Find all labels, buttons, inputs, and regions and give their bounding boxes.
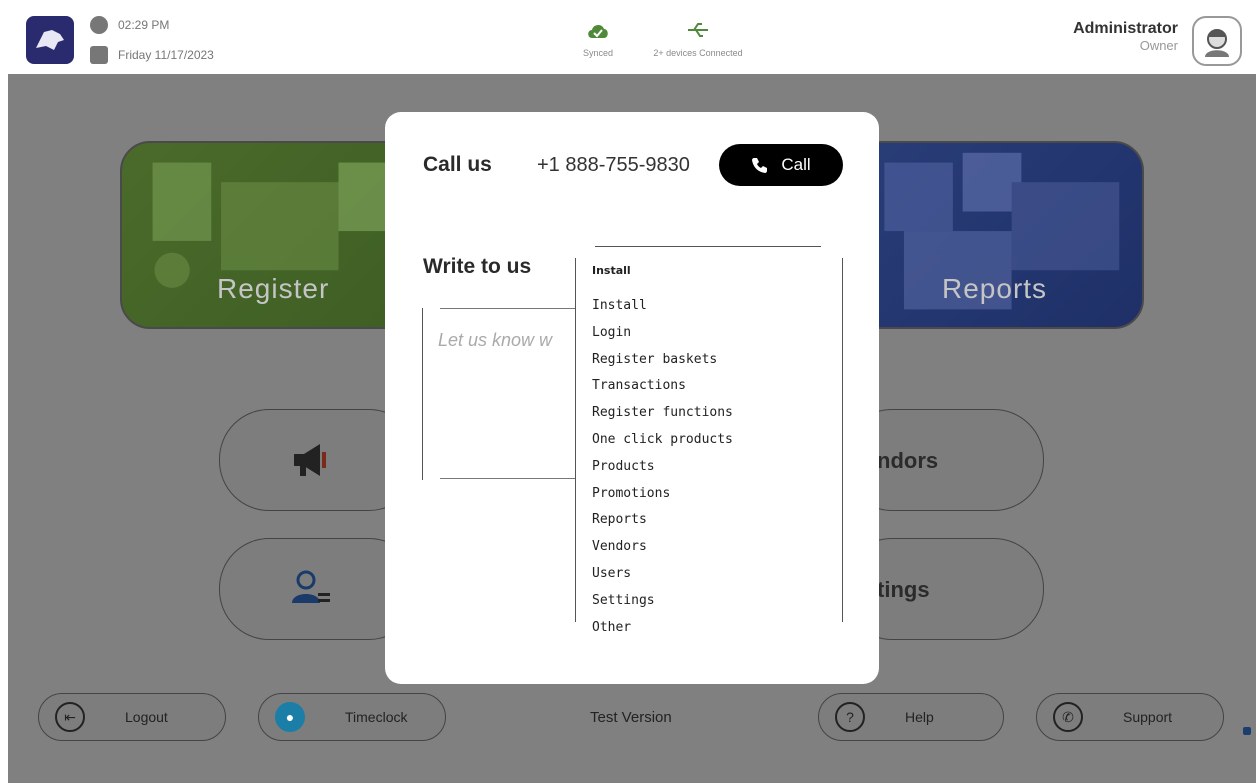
topic-option[interactable]: Reports [592, 510, 733, 537]
timeclock-button[interactable]: ● Timeclock [258, 693, 446, 741]
topic-option[interactable]: Register baskets [592, 350, 733, 377]
support-label: Support [1123, 709, 1173, 725]
logout-icon: ⇤ [55, 702, 85, 732]
call-button[interactable]: Call [719, 144, 843, 186]
timeclock-label: Timeclock [345, 709, 408, 725]
topic-option[interactable]: Install [592, 296, 733, 323]
register-tile[interactable]: Register [120, 141, 420, 329]
topic-option[interactable]: Products [592, 457, 733, 484]
vendors-label: ndors [877, 448, 939, 473]
settings-label: tings [877, 577, 930, 602]
reports-tile[interactable]: Reports [842, 141, 1144, 329]
topic-option[interactable]: Promotions [592, 484, 733, 511]
timeclock-icon: ● [275, 702, 305, 732]
topic-select[interactable] [595, 246, 821, 247]
sync-label: Synced [582, 48, 614, 58]
help-label: Help [905, 709, 934, 725]
topic-option[interactable]: Register functions [592, 403, 733, 430]
message-field-bottom-border [440, 478, 580, 479]
phone-icon [752, 158, 768, 173]
topic-option[interactable]: Vendors [592, 537, 733, 564]
usb-icon [688, 23, 708, 37]
user-name: Administrator [1073, 20, 1178, 37]
topic-option[interactable]: Settings [592, 591, 733, 618]
app-logo [26, 16, 74, 64]
support-button[interactable]: ✆ Support [1036, 693, 1224, 741]
support-modal: Call us +1 888-755-9830 Call Write to us… [385, 112, 879, 684]
header-divider [8, 74, 1256, 112]
call-button-label: Call [781, 155, 811, 174]
write-title: Write to us [423, 255, 532, 278]
topic-dropdown[interactable]: Install Install Login Register baskets T… [575, 258, 843, 635]
topic-options-list: Install Login Register baskets Transacti… [592, 296, 733, 644]
cloud-check-icon [588, 24, 608, 38]
topic-option[interactable]: Transactions [592, 376, 733, 403]
register-tile-label: Register [217, 273, 330, 304]
devices-status[interactable]: 2+ devices Connected [638, 20, 758, 58]
devices-label: 2+ devices Connected [653, 48, 743, 58]
sync-status[interactable]: Synced [568, 20, 628, 58]
avatar[interactable] [1192, 16, 1242, 66]
topic-option[interactable]: Login [592, 323, 733, 350]
topic-option[interactable]: Other [592, 618, 733, 645]
call-title: Call us [423, 153, 492, 176]
phone-number: +1 888-755-9830 [537, 154, 690, 176]
user-avatar-icon [1205, 29, 1229, 57]
user-info[interactable]: Administrator Owner [1073, 20, 1178, 53]
help-button[interactable]: ? Help [818, 693, 1004, 741]
message-placeholder: Let us know w [438, 330, 553, 350]
date-row: Friday 11/17/2023 [90, 46, 214, 64]
current-date: Friday 11/17/2023 [118, 48, 214, 62]
version-label: Test Version [590, 709, 672, 726]
current-time: 02:29 PM [118, 18, 170, 32]
top-header: 02:29 PM Friday 11/17/2023 Synced 2+ dev… [8, 8, 1256, 74]
logout-label: Logout [125, 709, 168, 725]
calendar-icon [90, 46, 108, 64]
reports-tile-label: Reports [942, 273, 1048, 304]
topic-option[interactable]: One click products [592, 430, 733, 457]
topic-option[interactable]: Users [592, 564, 733, 591]
topic-selected-value: Install [592, 264, 631, 277]
help-icon: ? [835, 702, 865, 732]
user-list-icon [292, 570, 330, 603]
clock-icon [90, 16, 108, 34]
user-role: Owner [1139, 38, 1178, 53]
logout-button[interactable]: ⇤ Logout [38, 693, 226, 741]
phone-icon: ✆ [1053, 702, 1083, 732]
time-row: 02:29 PM [90, 16, 169, 34]
panther-logo-icon [36, 30, 64, 50]
megaphone-icon [294, 444, 326, 476]
corner-indicator [1243, 727, 1251, 735]
